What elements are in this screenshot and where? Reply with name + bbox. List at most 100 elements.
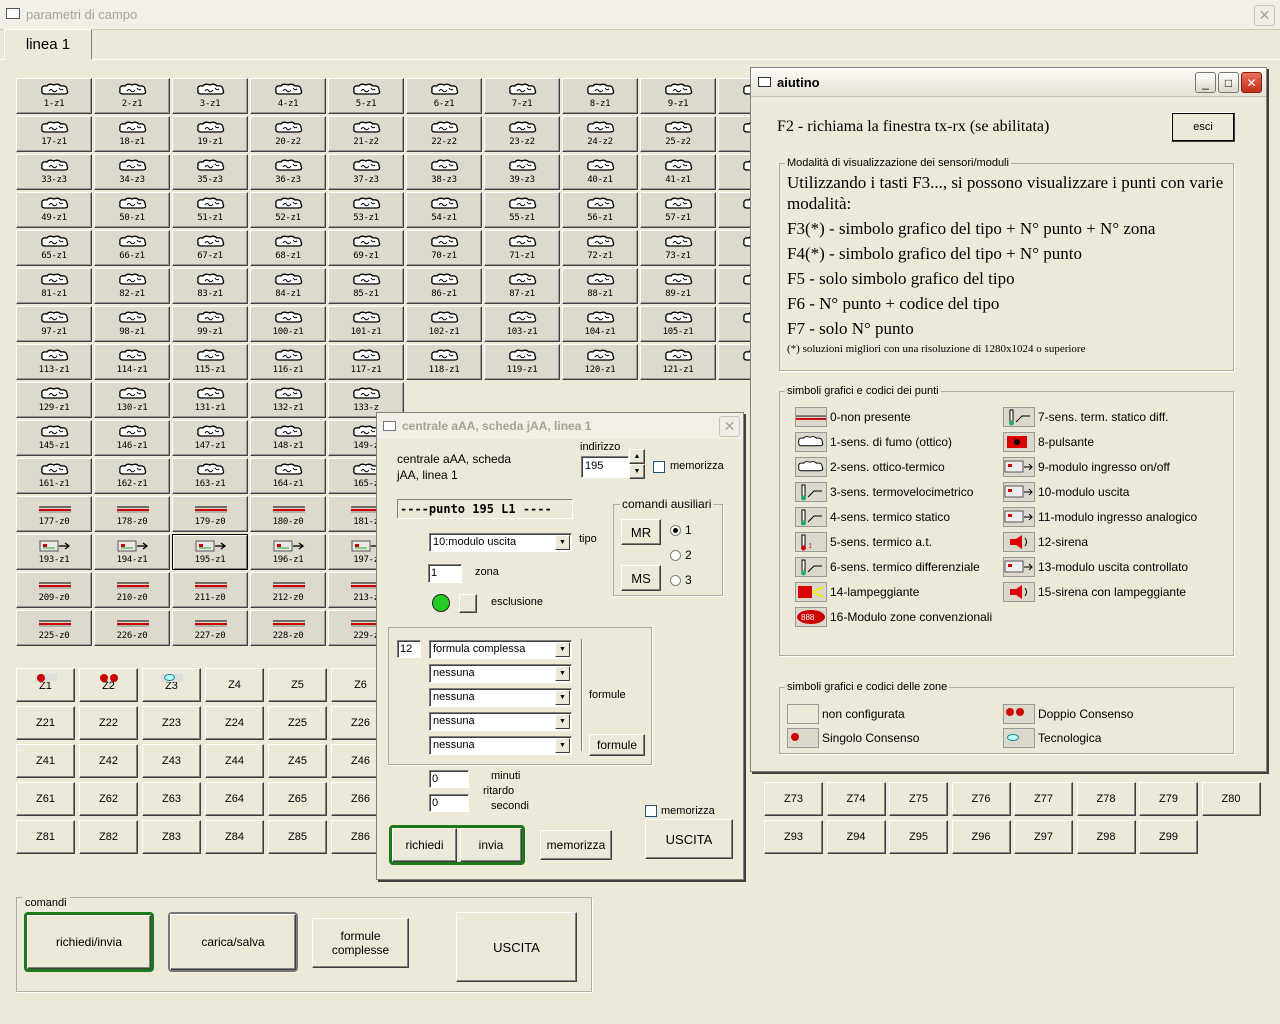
sensor-point-cell[interactable]: 178-z0: [94, 496, 170, 532]
sensor-point-cell[interactable]: 22-z2: [406, 116, 482, 152]
sensor-point-cell[interactable]: 121-z1: [640, 344, 716, 380]
zone-button[interactable]: Z62: [79, 782, 138, 816]
sensor-point-cell[interactable]: 65-z1: [16, 230, 92, 266]
sensor-point-cell[interactable]: 163-z1: [172, 458, 248, 494]
maximize-button[interactable]: □: [1218, 72, 1239, 93]
sensor-point-cell[interactable]: 81-z1: [16, 268, 92, 304]
sensor-point-cell[interactable]: 132-z1: [250, 382, 326, 418]
zone-button[interactable]: Z64: [205, 782, 264, 816]
sensor-point-cell[interactable]: 1-z1: [16, 78, 92, 114]
sensor-point-cell[interactable]: 88-z1: [562, 268, 638, 304]
sensor-point-cell[interactable]: 226-z0: [94, 610, 170, 646]
sensor-point-cell[interactable]: 179-z0: [172, 496, 248, 532]
sensor-point-cell[interactable]: 2-z1: [94, 78, 170, 114]
sensor-point-cell[interactable]: 116-z1: [250, 344, 326, 380]
zone-button[interactable]: Z93: [764, 820, 823, 854]
sensor-point-cell[interactable]: 69-z1: [328, 230, 404, 266]
dialog-close-button[interactable]: ✕: [719, 416, 740, 437]
sensor-point-cell[interactable]: 83-z1: [172, 268, 248, 304]
zone-button[interactable]: Z75: [889, 782, 948, 816]
sensor-point-cell[interactable]: 73-z1: [640, 230, 716, 266]
formula-select[interactable]: nessuna ▼: [429, 688, 572, 707]
zone-button[interactable]: Z22: [79, 706, 138, 740]
esc-button[interactable]: esci: [1171, 112, 1235, 142]
sensor-point-cell[interactable]: 39-z3: [484, 154, 560, 190]
zone-button[interactable]: Z73: [764, 782, 823, 816]
sensor-point-cell[interactable]: 9-z1: [640, 78, 716, 114]
sensor-point-cell[interactable]: 84-z1: [250, 268, 326, 304]
zone-button[interactable]: Z78: [1076, 782, 1136, 816]
zone-button[interactable]: Z42: [79, 744, 138, 778]
sensor-point-cell[interactable]: 41-z1: [640, 154, 716, 190]
sensor-point-cell[interactable]: 147-z1: [172, 420, 248, 456]
zone-button[interactable]: Z95: [889, 820, 948, 854]
zone-button[interactable]: Z80: [1201, 782, 1261, 816]
sensor-point-cell[interactable]: 86-z1: [406, 268, 482, 304]
sensor-point-cell[interactable]: 21-z2: [328, 116, 404, 152]
zone-button[interactable]: Z83: [142, 820, 201, 854]
sensor-point-cell[interactable]: 115-z1: [172, 344, 248, 380]
sensor-point-cell[interactable]: 131-z1: [172, 382, 248, 418]
sensor-point-cell[interactable]: 37-z3: [328, 154, 404, 190]
sensor-point-cell[interactable]: 55-z1: [484, 192, 560, 228]
sensor-point-cell[interactable]: 194-z1: [94, 534, 170, 570]
zone-button[interactable]: Z97: [1014, 820, 1073, 854]
radio-2[interactable]: [670, 550, 681, 561]
sensor-point-cell[interactable]: 40-z1: [562, 154, 638, 190]
formula-number[interactable]: 12: [397, 640, 421, 658]
sensor-point-cell[interactable]: 19-z1: [172, 116, 248, 152]
sensor-point-cell[interactable]: 97-z1: [16, 306, 92, 342]
zone-button[interactable]: Z1: [16, 668, 75, 702]
zone-button[interactable]: Z45: [268, 744, 327, 778]
sensor-point-cell[interactable]: 18-z1: [94, 116, 170, 152]
memorize-button[interactable]: memorizza: [540, 830, 612, 860]
sensor-point-cell[interactable]: 51-z1: [172, 192, 248, 228]
sensor-point-cell[interactable]: 66-z1: [94, 230, 170, 266]
zone-button[interactable]: Z2: [79, 668, 138, 702]
zone-button[interactable]: Z4: [205, 668, 264, 702]
sensor-point-cell[interactable]: 7-z1: [484, 78, 560, 114]
sensor-point-cell[interactable]: 85-z1: [328, 268, 404, 304]
sensor-point-cell[interactable]: 180-z0: [250, 496, 326, 532]
formula-select[interactable]: nessuna ▼: [429, 736, 572, 755]
tab-linea-1[interactable]: linea 1: [4, 29, 92, 60]
sensor-point-cell[interactable]: 6-z1: [406, 78, 482, 114]
radio-3[interactable]: [670, 575, 681, 586]
dialog-exit-button[interactable]: USCITA: [645, 819, 733, 859]
zone-button[interactable]: Z74: [826, 782, 886, 816]
sensor-point-cell[interactable]: 36-z3: [250, 154, 326, 190]
zone-button[interactable]: Z43: [142, 744, 201, 778]
sensor-point-cell[interactable]: 38-z3: [406, 154, 482, 190]
address-input[interactable]: 195: [581, 456, 629, 478]
sensor-point-cell[interactable]: 113-z1: [16, 344, 92, 380]
sensor-point-cell[interactable]: 102-z1: [406, 306, 482, 342]
sensor-point-cell[interactable]: 209-z0: [16, 572, 92, 608]
sensor-point-cell[interactable]: 68-z1: [250, 230, 326, 266]
sensor-point-cell[interactable]: 227-z0: [172, 610, 248, 646]
sensor-point-cell[interactable]: 120-z1: [562, 344, 638, 380]
sensor-point-cell[interactable]: 49-z1: [16, 192, 92, 228]
sensor-point-cell[interactable]: 20-z2: [250, 116, 326, 152]
sensor-point-cell[interactable]: 212-z0: [250, 572, 326, 608]
zone-button[interactable]: Z99: [1139, 820, 1198, 854]
radio-1[interactable]: [670, 525, 681, 536]
sensor-point-cell[interactable]: 87-z1: [484, 268, 560, 304]
sensor-point-cell[interactable]: 117-z1: [328, 344, 404, 380]
zone-button[interactable]: Z81: [16, 820, 75, 854]
sensor-point-cell[interactable]: 196-z1: [250, 534, 326, 570]
sensor-point-cell[interactable]: 177-z0: [16, 496, 92, 532]
sensor-point-cell[interactable]: 52-z1: [250, 192, 326, 228]
delay-seconds-input[interactable]: 0: [429, 794, 469, 812]
help-close-button[interactable]: ✕: [1241, 72, 1262, 93]
sensor-point-cell[interactable]: 35-z3: [172, 154, 248, 190]
sensor-point-cell[interactable]: 23-z2: [484, 116, 560, 152]
address-spinner[interactable]: ▲ ▼: [629, 449, 645, 479]
formula-select[interactable]: nessuna ▼: [429, 664, 572, 683]
sensor-point-cell[interactable]: 195-z1: [172, 534, 248, 570]
zone-button[interactable]: Z65: [268, 782, 327, 816]
main-exit-button[interactable]: USCITA: [456, 912, 577, 982]
zone-button[interactable]: Z25: [268, 706, 327, 740]
sensor-point-cell[interactable]: 3-z1: [172, 78, 248, 114]
sensor-point-cell[interactable]: 211-z0: [172, 572, 248, 608]
sensor-point-cell[interactable]: 162-z1: [94, 458, 170, 494]
